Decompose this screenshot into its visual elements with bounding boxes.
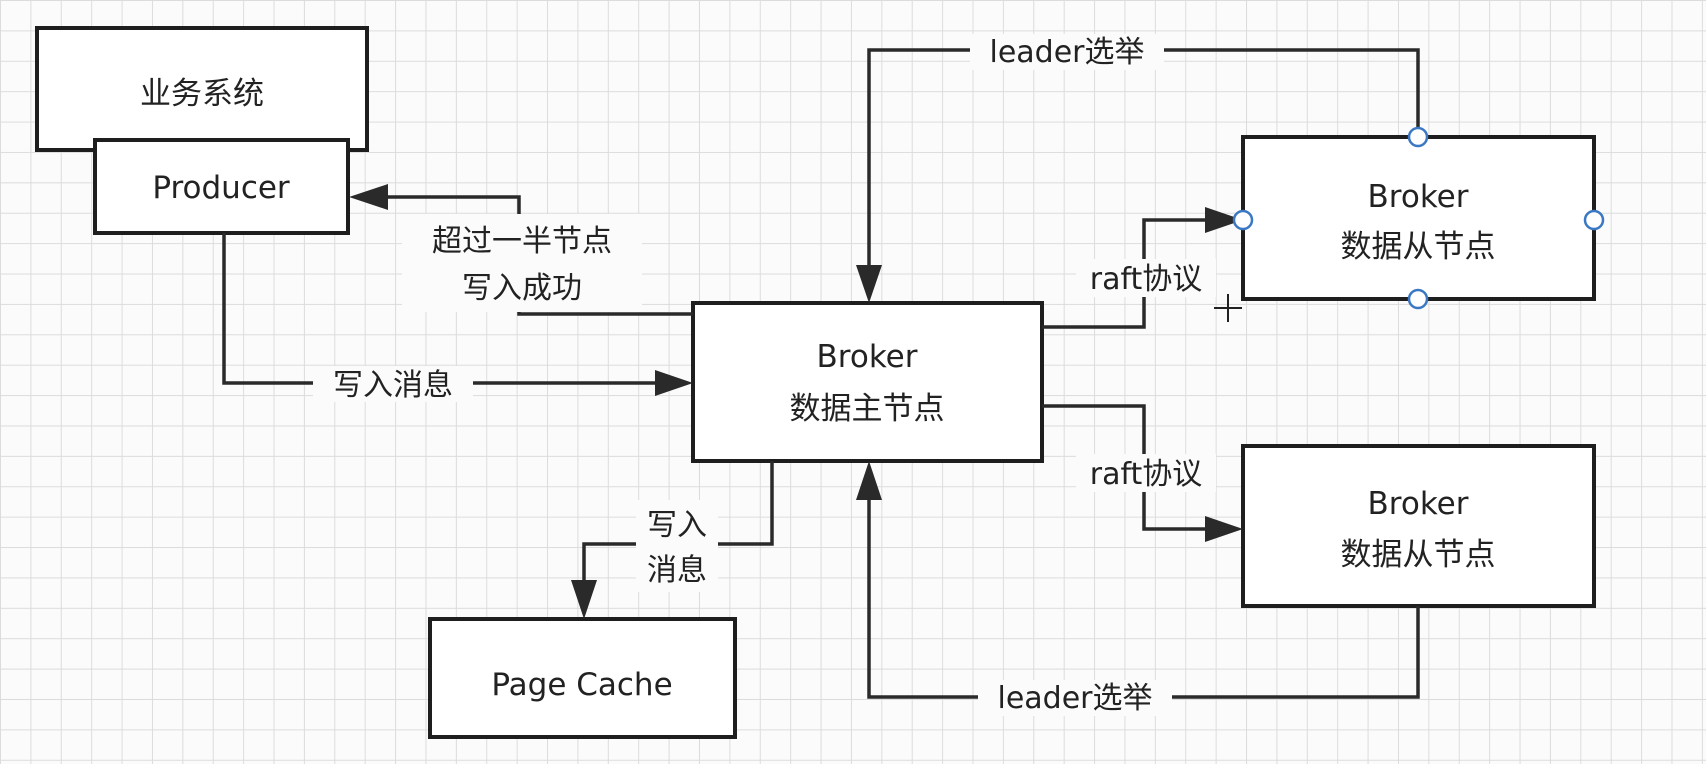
broker-slave-top-title: Broker <box>1368 179 1469 215</box>
broker-slave-bottom-role: 数据从节点 <box>1341 537 1496 573</box>
ack-label-line1: 超过一半节点 <box>432 224 612 259</box>
leader-election-top-label: leader选举 <box>989 35 1144 70</box>
business-system-label: 业务系统 <box>140 76 264 112</box>
business-system-box[interactable]: 业务系统 <box>35 26 369 152</box>
write-message-arrowhead <box>655 370 693 396</box>
connection-handle-left[interactable] <box>1232 209 1254 231</box>
page-cache-box[interactable]: Page Cache <box>428 617 737 739</box>
leader-election-bottom-arrowhead <box>856 461 882 500</box>
broker-slave-bottom-title: Broker <box>1368 486 1469 522</box>
write-cache-arrowhead <box>571 580 597 619</box>
broker-master-box[interactable]: Broker 数据主节点 <box>691 301 1044 463</box>
connection-handle-bottom[interactable] <box>1407 288 1429 310</box>
producer-box[interactable]: Producer <box>93 138 350 235</box>
broker-slave-top-role: 数据从节点 <box>1341 229 1496 265</box>
raft-top-label: raft协议 <box>1090 262 1203 297</box>
connection-handle-top[interactable] <box>1407 126 1429 148</box>
write-message-label: 写入消息 <box>333 368 453 403</box>
crosshair-cursor-icon <box>1214 294 1242 322</box>
page-cache-label: Page Cache <box>491 667 672 703</box>
raft-bottom-arrowhead <box>1205 516 1243 542</box>
raft-bottom-label: raft协议 <box>1090 457 1203 492</box>
producer-label: Producer <box>152 170 290 206</box>
ack-label-line2: 写入成功 <box>462 271 582 306</box>
architecture-diagram: 业务系统 Producer Broker 数据主节点 Broker 数据从节点 … <box>35 26 1605 739</box>
broker-slave-bottom-box[interactable]: Broker 数据从节点 <box>1241 444 1596 608</box>
write-cache-label-line2: 消息 <box>647 553 707 588</box>
leader-election-bottom-label: leader选举 <box>997 681 1152 716</box>
ack-arrowhead <box>349 184 388 210</box>
connection-handle-right[interactable] <box>1583 209 1605 231</box>
leader-election-top-arrowhead <box>856 265 882 303</box>
broker-slave-top-box[interactable]: Broker 数据从节点 <box>1241 135 1596 301</box>
broker-master-role: 数据主节点 <box>790 391 945 427</box>
broker-master-title: Broker <box>817 339 918 375</box>
write-cache-label-line1: 写入 <box>647 508 707 543</box>
